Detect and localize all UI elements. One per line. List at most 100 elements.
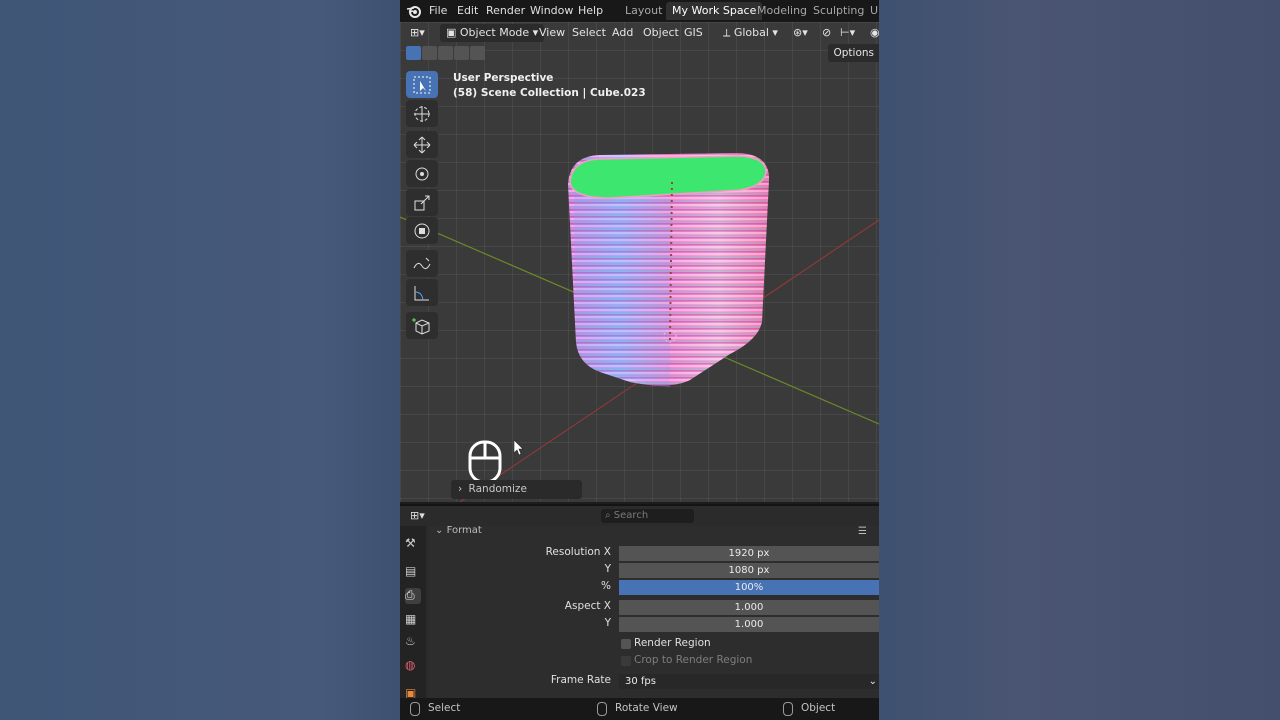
properties-editor: ⊞▾ ⌕ Search ⚒ ▤ ⎙ ▦ ♨ ◍ ▣ ⌄ Format ☰ Res…: [400, 504, 879, 700]
snap-icon[interactable]: ⊘: [822, 26, 831, 39]
aspect-y-field[interactable]: 1.000: [619, 617, 879, 632]
view-layer-icon[interactable]: ▦: [405, 612, 421, 628]
search-input[interactable]: ⌕ Search: [601, 509, 694, 523]
aspect-x-field[interactable]: 1.000: [619, 600, 879, 615]
editor-type-icon[interactable]: ⊞▾: [410, 26, 425, 39]
options-button[interactable]: Options: [828, 44, 879, 62]
menu-window[interactable]: Window: [530, 4, 573, 17]
snap-increment-icon[interactable]: ⊢▾: [840, 26, 855, 39]
resolution-x-field[interactable]: 1920 px: [619, 546, 879, 561]
properties-header: ⊞▾ ⌕ Search: [400, 506, 879, 526]
tool-rotate[interactable]: [406, 160, 438, 187]
status-rotate-view: Rotate View: [615, 702, 678, 714]
measure-ruler-icon: [414, 286, 429, 301]
menu-select[interactable]: Select: [572, 26, 606, 39]
tool-measure[interactable]: [406, 279, 438, 306]
resolution-y-field[interactable]: 1080 px: [619, 563, 879, 578]
select-mode-invert-icon[interactable]: [454, 46, 469, 60]
render-region-checkbox[interactable]: [621, 639, 631, 649]
menu-render[interactable]: Render: [486, 4, 525, 17]
blender-window: File Edit Render Window Help Layout My W…: [400, 0, 879, 720]
world-properties-icon[interactable]: ◍: [405, 658, 421, 674]
tool-annotate[interactable]: [406, 250, 438, 277]
tab-my-work-space[interactable]: My Work Space: [666, 2, 763, 20]
move-icon: [413, 136, 431, 154]
resolution-percent-slider[interactable]: 100%: [619, 580, 879, 595]
menu-help[interactable]: Help: [578, 4, 603, 17]
mouse-right-icon: [783, 702, 793, 716]
select-mode-new-icon[interactable]: [406, 46, 421, 60]
panel-title-format[interactable]: ⌄ Format: [435, 525, 482, 536]
editor-type-icon[interactable]: ⊞▾: [410, 509, 425, 522]
search-icon: ⌕: [605, 510, 611, 521]
tab-uv[interactable]: U: [870, 4, 878, 17]
format-panel: ⌄ Format ☰ Resolution X 1920 px Y 1080 p…: [429, 525, 879, 700]
scale-icon: [414, 195, 430, 211]
select-mode-extend-icon[interactable]: [422, 46, 437, 60]
tool-add-cube[interactable]: [406, 312, 438, 339]
3d-viewport[interactable]: ⊞▾ ▣ Object Mode ▾ View Select Add Objec…: [400, 22, 879, 502]
render-properties-icon[interactable]: ▤: [405, 564, 421, 580]
tool-select-box[interactable]: [406, 71, 438, 98]
crop-region-checkbox: [621, 656, 631, 666]
tab-sculpting[interactable]: Sculpting: [813, 4, 864, 17]
crop-region-label: Crop to Render Region: [634, 654, 753, 666]
orientation-icon: ⟂: [723, 26, 734, 39]
menu-gis[interactable]: GIS: [684, 26, 703, 39]
select-mode-intersect-icon[interactable]: [470, 46, 485, 60]
mouse-pointer-icon: [514, 440, 524, 456]
resolution-x-label: Resolution X: [545, 546, 611, 558]
tab-modeling[interactable]: Modeling: [757, 4, 807, 17]
menu-view[interactable]: View: [539, 26, 565, 39]
menu-object[interactable]: Object: [643, 26, 679, 39]
mouse-left-icon: [410, 702, 420, 716]
redo-last-panel[interactable]: › Randomize Transform: [451, 480, 582, 499]
frame-rate-value: 30 fps: [625, 676, 656, 687]
proportional-edit-icon[interactable]: ◉: [870, 26, 879, 39]
transform-icon: [414, 223, 430, 239]
panel-title-label: Format: [446, 525, 482, 536]
tool-transform[interactable]: [406, 217, 438, 244]
menu-file[interactable]: File: [429, 4, 447, 17]
frame-rate-dropdown[interactable]: 30 fps ⌄: [619, 674, 879, 689]
rotate-icon: [415, 167, 429, 181]
properties-tabs: ⚒ ▤ ⎙ ▦ ♨ ◍ ▣: [400, 526, 426, 700]
top-menu-bar: File Edit Render Window Help Layout My W…: [400, 0, 879, 22]
aspect-y-label: Y: [604, 617, 611, 629]
blender-logo-icon[interactable]: [406, 3, 422, 19]
mode-dropdown[interactable]: ▣ Object Mode ▾: [440, 24, 545, 42]
menu-edit[interactable]: Edit: [457, 4, 478, 17]
select-mode-subtract-icon[interactable]: [438, 46, 453, 60]
scene-collection-label: (58) Scene Collection | Cube.023: [453, 87, 646, 99]
orientation-dropdown[interactable]: ⟂ Global ▾: [723, 24, 778, 42]
scene-properties-icon[interactable]: ♨: [405, 634, 421, 650]
aspect-x-label: Aspect X: [564, 600, 611, 612]
view-perspective-label: User Perspective: [453, 72, 554, 84]
status-object: Object: [801, 702, 836, 714]
status-bar: Select Rotate View Object: [400, 698, 879, 720]
render-region-label: Render Region: [634, 637, 711, 649]
resolution-percent-label: %: [601, 580, 611, 592]
status-select: Select: [428, 702, 461, 714]
tab-layout[interactable]: Layout: [625, 4, 662, 17]
viewport-info: User Perspective (58) Scene Collection |…: [453, 71, 646, 101]
tool-settings-icon[interactable]: ⚒: [405, 536, 421, 552]
output-properties-icon[interactable]: ⎙: [405, 588, 421, 604]
tool-scale[interactable]: [406, 189, 438, 216]
tool-move[interactable]: [406, 131, 438, 158]
3d-cursor-icon: [414, 106, 430, 122]
chevron-down-icon: ⌄: [868, 676, 877, 687]
mouse-left-click-icon: [468, 440, 502, 484]
object-mode-icon: ▣: [446, 26, 460, 39]
mode-label: Object Mode: [459, 26, 530, 39]
pivot-icon[interactable]: ⊛▾: [793, 26, 808, 39]
selection-mode-buttons: [406, 46, 488, 61]
orientation-label: Global: [733, 26, 769, 39]
tool-cursor[interactable]: [406, 100, 438, 127]
menu-add[interactable]: Add: [612, 26, 633, 39]
frame-rate-label: Frame Rate: [550, 674, 611, 686]
search-placeholder: Search: [613, 510, 649, 521]
presets-list-icon[interactable]: ☰: [858, 526, 867, 537]
resolution-y-label: Y: [604, 563, 611, 575]
viewport-header: ⊞▾ ▣ Object Mode ▾ View Select Add Objec…: [400, 22, 879, 44]
